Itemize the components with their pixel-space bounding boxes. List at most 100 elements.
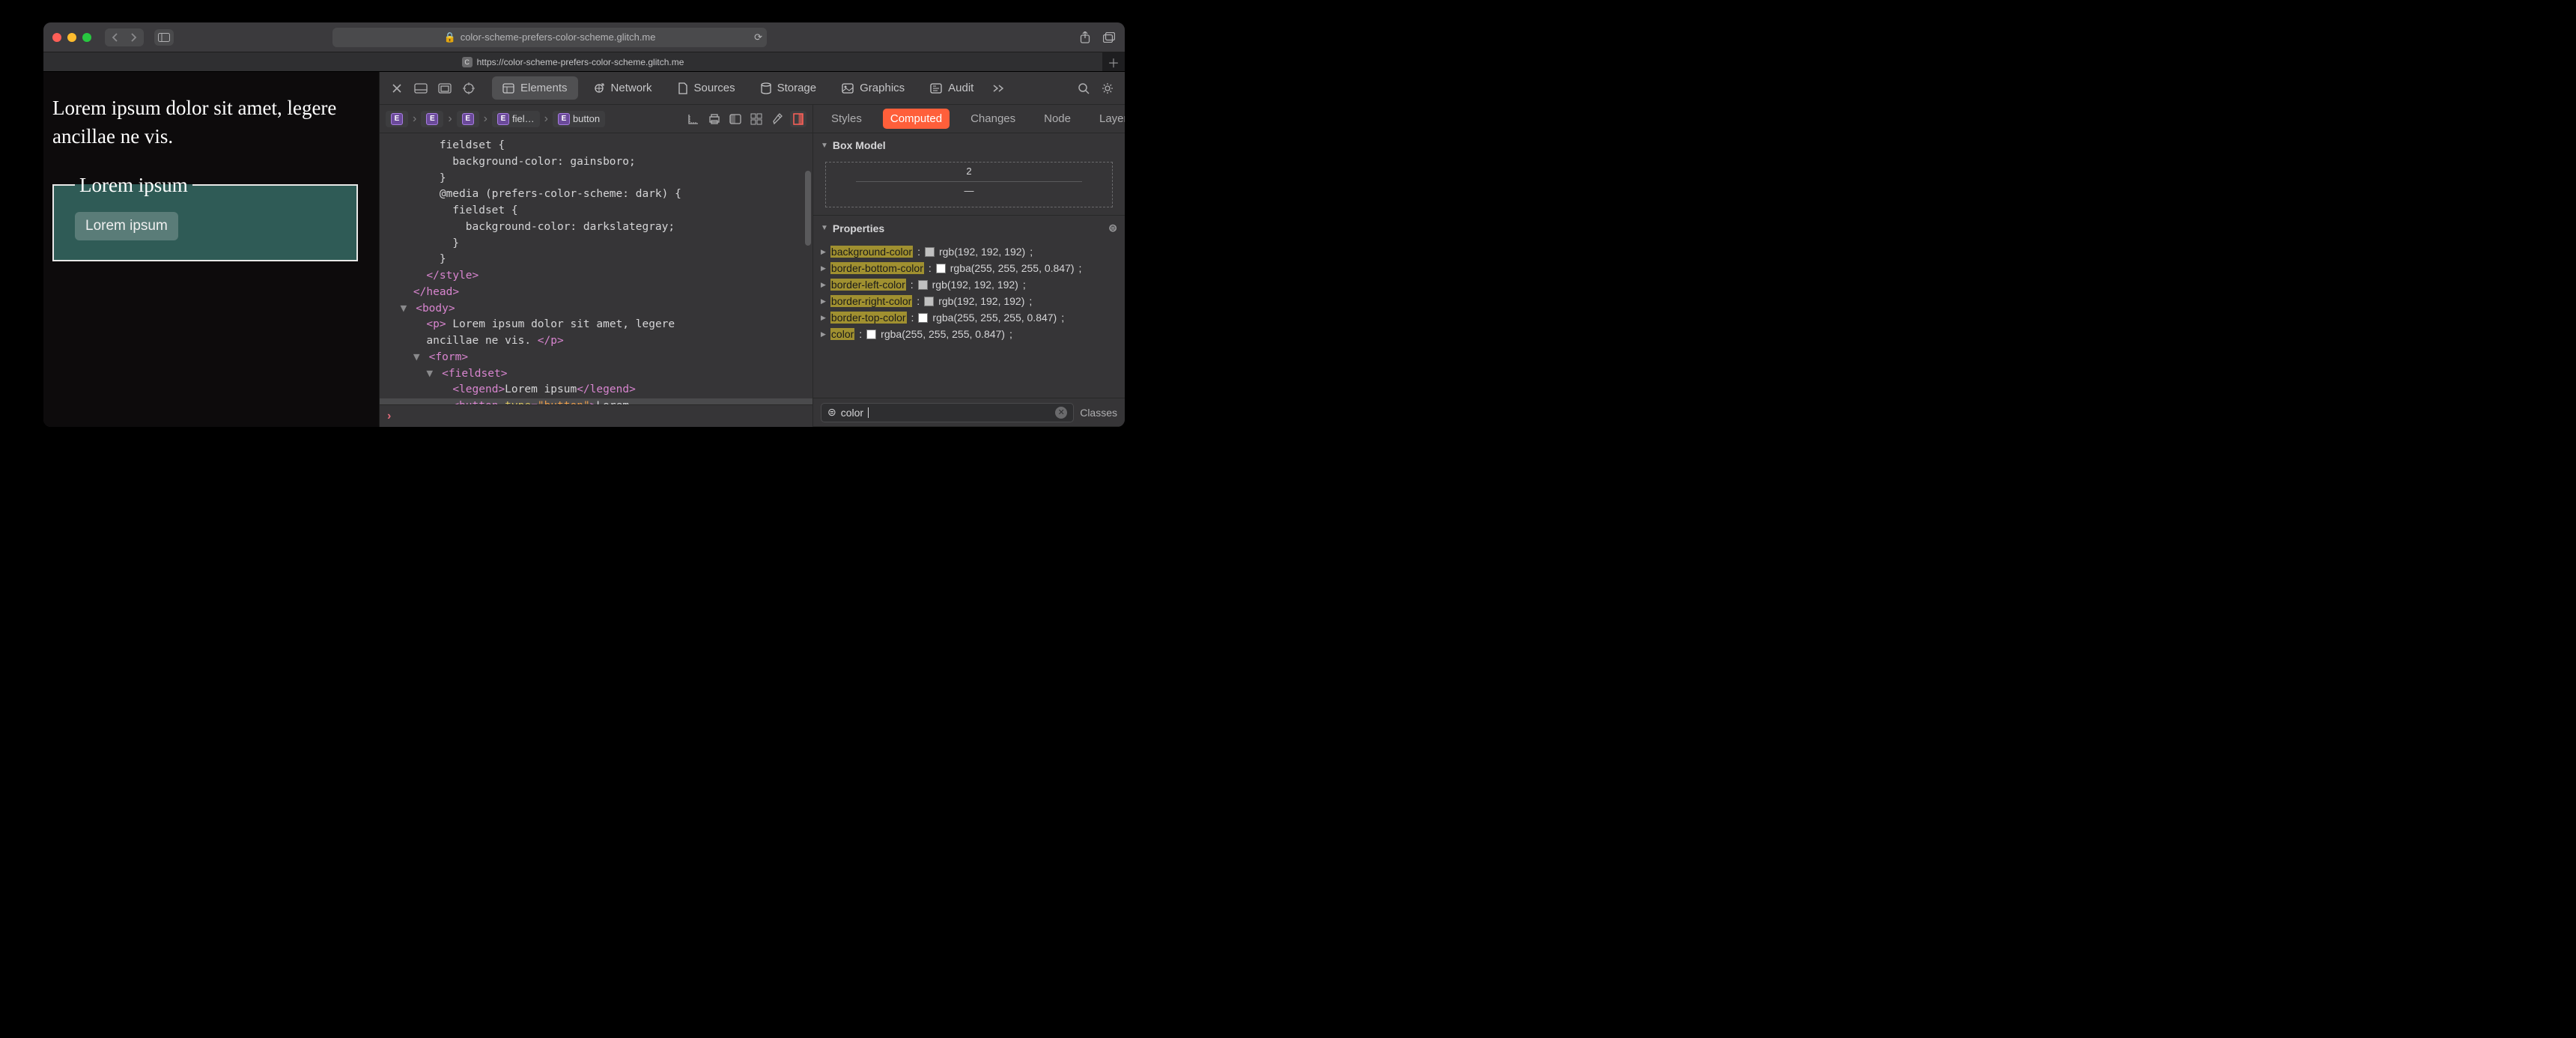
property-name: border-right-color <box>830 295 912 307</box>
layout-bounds-icon[interactable] <box>790 111 806 127</box>
color-swatch[interactable] <box>925 247 935 257</box>
element-picker-icon[interactable] <box>459 79 479 98</box>
close-devtools-icon[interactable] <box>387 79 407 98</box>
page-legend: Lorem ipsum <box>75 174 192 197</box>
text-cursor <box>868 407 869 418</box>
new-tab-button[interactable]: ＋ <box>1102 53 1125 71</box>
disclosure-triangle-icon: ▶ <box>821 264 826 273</box>
dock-bottom-icon[interactable] <box>411 79 431 98</box>
disclosure-triangle-icon: ▶ <box>821 314 826 322</box>
print-styles-icon[interactable] <box>706 111 723 127</box>
tab-bar: C https://color-scheme-prefers-color-sch… <box>43 52 1125 72</box>
rulers-icon[interactable] <box>685 111 702 127</box>
tab-sources[interactable]: Sources <box>667 76 746 100</box>
tab-layers[interactable]: Layers <box>1092 109 1125 129</box>
reload-icon[interactable]: ⟳ <box>754 31 762 43</box>
sidebar-tabs: Styles Computed Changes Node Layers <box>813 105 1125 133</box>
tab-node[interactable]: Node <box>1036 109 1078 129</box>
console-prompt[interactable]: › <box>380 404 812 427</box>
property-value: rgba(255, 255, 255, 0.847) <box>881 328 1005 340</box>
tab-elements[interactable]: Elements <box>492 76 578 100</box>
url-text: color-scheme-prefers-color-scheme.glitch… <box>461 31 656 43</box>
nav-buttons <box>105 28 144 46</box>
page-button[interactable]: Lorem ipsum <box>75 212 178 240</box>
clear-filter-icon[interactable]: ✕ <box>1055 407 1067 419</box>
box-model-diagram[interactable]: 2 — <box>813 157 1125 215</box>
browser-tab[interactable]: C https://color-scheme-prefers-color-sch… <box>43 52 1102 71</box>
property-name: border-top-color <box>830 312 907 324</box>
property-row[interactable]: ▶ border-bottom-color: rgba(255, 255, 25… <box>821 260 1117 276</box>
sources-icon <box>678 82 688 94</box>
box-model-section: ▼ Box Model 2 — <box>813 133 1125 216</box>
maximize-window-button[interactable] <box>82 33 91 42</box>
close-window-button[interactable] <box>52 33 61 42</box>
disclosure-triangle-icon: ▶ <box>821 281 826 289</box>
browser-window: 🔒 color-scheme-prefers-color-scheme.glit… <box>43 22 1125 427</box>
property-row[interactable]: ▶ border-top-color: rgba(255, 255, 255, … <box>821 309 1117 326</box>
force-appearance-icon[interactable] <box>727 111 744 127</box>
breadcrumb-fieldset[interactable]: Efiel… <box>492 111 540 127</box>
share-icon[interactable] <box>1078 31 1092 44</box>
color-swatch[interactable] <box>918 280 928 290</box>
compositing-icon[interactable] <box>748 111 765 127</box>
content-area: Lorem ipsum dolor sit amet, legere ancil… <box>43 72 1125 427</box>
filter-icon: ⊜ <box>827 406 836 419</box>
color-swatch[interactable] <box>936 264 946 273</box>
styles-sidebar: Styles Computed Changes Node Layers ▼ Bo… <box>813 105 1125 427</box>
graphics-icon <box>842 83 854 94</box>
tab-storage[interactable]: Storage <box>750 76 827 100</box>
storage-icon <box>761 82 771 94</box>
elements-icon <box>502 83 514 94</box>
tab-changes[interactable]: Changes <box>963 109 1023 129</box>
properties-section: ▼ Properties ⊜ ▶ background-color: rgb(1… <box>813 216 1125 427</box>
property-value: rgb(192, 192, 192) <box>938 295 1024 307</box>
breadcrumb-item[interactable]: E <box>421 111 443 127</box>
box-model-header[interactable]: ▼ Box Model <box>813 133 1125 157</box>
tab-graphics[interactable]: Graphics <box>831 76 915 100</box>
search-icon[interactable] <box>1074 79 1093 98</box>
classes-button[interactable]: Classes <box>1080 407 1117 419</box>
page-form: Lorem ipsum Lorem ipsum <box>52 174 379 261</box>
filter-input[interactable]: ⊜ color ✕ <box>821 403 1074 422</box>
settings-icon[interactable] <box>1098 79 1117 98</box>
disclosure-triangle-icon: ▼ <box>821 142 828 150</box>
tab-computed[interactable]: Computed <box>883 109 950 129</box>
color-swatch[interactable] <box>924 297 934 306</box>
address-bar[interactable]: 🔒 color-scheme-prefers-color-scheme.glit… <box>332 28 767 47</box>
dock-side-icon[interactable] <box>435 79 455 98</box>
tab-network[interactable]: Network <box>583 76 663 100</box>
rendered-page: Lorem ipsum dolor sit amet, legere ancil… <box>43 72 379 427</box>
tab-title: https://color-scheme-prefers-color-schem… <box>477 57 684 67</box>
options-icon[interactable]: ⊜ <box>1108 222 1117 234</box>
color-swatch[interactable] <box>918 313 928 323</box>
tabs-icon[interactable] <box>1102 31 1116 44</box>
scrollbar-handle[interactable] <box>805 171 811 246</box>
property-value: rgb(192, 192, 192) <box>939 246 1025 258</box>
breadcrumb-item[interactable]: E <box>386 111 408 127</box>
property-row[interactable]: ▶ border-right-color: rgb(192, 192, 192)… <box>821 293 1117 309</box>
property-row[interactable]: ▶ background-color: rgb(192, 192, 192); <box>821 243 1117 260</box>
property-row[interactable]: ▶ border-left-color: rgb(192, 192, 192); <box>821 276 1117 293</box>
paint-flashing-icon[interactable] <box>769 111 786 127</box>
breadcrumb-item[interactable]: E <box>457 111 479 127</box>
favicon: C <box>462 57 473 67</box>
property-row[interactable]: ▶ color: rgba(255, 255, 255, 0.847); <box>821 326 1117 342</box>
minimize-window-button[interactable] <box>67 33 76 42</box>
dom-tree[interactable]: fieldset { background-color: gainsboro; … <box>380 133 812 404</box>
sidebar-toggle-button[interactable] <box>154 29 174 46</box>
forward-button[interactable] <box>125 31 142 44</box>
back-button[interactable] <box>107 31 124 44</box>
selected-dom-node[interactable]: <button type="button">Lorem <box>380 398 812 404</box>
breadcrumb-sep: › <box>544 112 548 126</box>
breadcrumb-button[interactable]: Ebutton <box>553 111 605 127</box>
tab-styles[interactable]: Styles <box>824 109 869 129</box>
tab-audit[interactable]: Audit <box>920 76 984 100</box>
properties-header[interactable]: ▼ Properties ⊜ <box>813 216 1125 240</box>
devtools-body: E › E › E › Efiel… › Ebutton <box>380 105 1125 427</box>
disclosure-triangle-icon: ▶ <box>821 297 826 306</box>
color-swatch[interactable] <box>866 330 876 339</box>
disclosure-triangle-icon: ▼ <box>821 224 828 232</box>
elements-panel: E › E › E › Efiel… › Ebutton <box>380 105 813 427</box>
overflow-icon[interactable] <box>988 79 1008 98</box>
toolbar-right <box>1078 31 1116 44</box>
